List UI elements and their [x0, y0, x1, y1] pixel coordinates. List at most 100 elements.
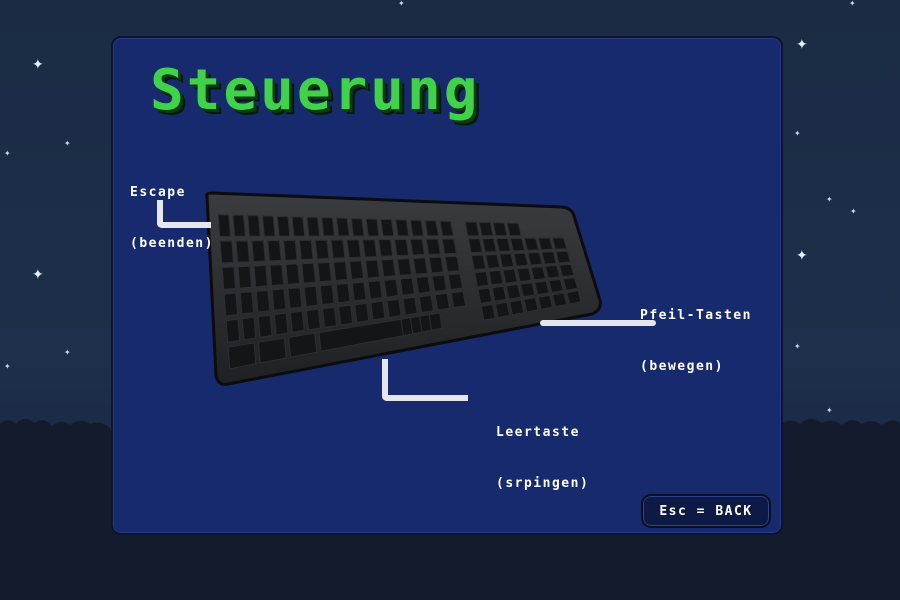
keyboard-key	[319, 284, 335, 306]
keyboard-key	[558, 263, 575, 278]
keyboard-key	[257, 314, 273, 338]
keyboard-key	[301, 262, 317, 284]
keyboard-key	[239, 291, 255, 315]
keyboard-key	[322, 306, 338, 328]
keyboard-key	[298, 239, 314, 261]
keyboard-key	[223, 292, 239, 317]
keyboard-key	[418, 294, 434, 314]
keyboard-key	[370, 300, 386, 321]
keyboard-key	[338, 304, 354, 326]
keyboard-key	[409, 219, 425, 237]
keyboard-key	[412, 257, 429, 275]
keyboard-key	[261, 215, 276, 237]
keyboard-key	[291, 216, 306, 237]
keyboard-key	[335, 217, 350, 237]
keyboard-key	[380, 218, 395, 237]
keyboard-key	[519, 282, 536, 298]
keyboard-key	[346, 239, 362, 259]
keyboard-key	[235, 240, 250, 263]
keyboard-key	[450, 290, 467, 309]
keyboard-key	[289, 310, 305, 333]
keyboard-key	[428, 312, 443, 331]
keyboard-key	[354, 302, 370, 323]
keyboard-key	[495, 237, 512, 252]
keyboard-key	[409, 238, 426, 256]
arrow-keys-label: Pfeil-Tasten (bewegen)	[640, 273, 752, 392]
escape-label: Escape (beenden)	[130, 150, 214, 269]
keyboard-key	[393, 238, 410, 257]
keyboard-key	[502, 268, 518, 284]
keyboard-key	[330, 239, 346, 259]
space-label: Leertaste (srpingen)	[496, 390, 589, 509]
keyboard-key	[232, 214, 246, 237]
keyboard-key	[431, 274, 448, 292]
keyboard-key	[282, 239, 298, 261]
keyboard-key	[541, 251, 557, 265]
keyboard-key	[321, 217, 335, 237]
keyboard-key	[441, 238, 457, 255]
keyboard-key	[481, 237, 497, 253]
keyboard-key	[480, 303, 496, 321]
keyboard-key	[425, 238, 441, 255]
keyboard-key	[471, 254, 487, 271]
back-button[interactable]: Esc = BACK	[641, 494, 771, 528]
keyboard-key	[478, 221, 494, 237]
keyboard-key	[523, 237, 540, 251]
arrow-keys-name: Pfeil-Tasten	[640, 308, 752, 323]
keyboard-key	[255, 289, 271, 313]
keyboard-key	[477, 287, 493, 304]
keyboard-key	[548, 278, 564, 293]
keyboard-key	[415, 276, 431, 294]
keyboard-key	[276, 215, 291, 237]
keyboard-key	[350, 217, 365, 237]
keyboard-key	[237, 265, 253, 289]
keyboard-key	[424, 220, 439, 237]
keyboard-key	[227, 342, 257, 370]
space-action: (srpingen)	[496, 476, 590, 491]
keyboard-key	[349, 260, 365, 280]
keyboard-key	[566, 290, 582, 305]
keyboard-key	[523, 297, 539, 313]
arrow-keys-action: (bewegen)	[640, 359, 724, 374]
arrow-connector	[540, 320, 656, 326]
space-connector	[382, 359, 468, 401]
keyboard-key	[562, 277, 579, 291]
keyboard-key	[439, 220, 454, 237]
keyboard-key	[537, 237, 554, 251]
keyboard-key	[506, 222, 522, 237]
keyboard-key	[351, 281, 367, 302]
keyboard-key	[505, 284, 522, 300]
keyboard-key	[305, 308, 321, 331]
keyboard-key	[485, 253, 501, 269]
keyboard-key	[444, 255, 461, 273]
keyboard-key	[217, 214, 231, 237]
space-key-name: Leertaste	[496, 425, 580, 440]
keyboard-key	[513, 252, 529, 267]
keyboard-key	[364, 259, 381, 279]
keyboard-key	[534, 280, 550, 296]
keyboard-key	[219, 240, 235, 264]
keyboard-key	[555, 250, 571, 264]
keyboard-key	[467, 238, 483, 254]
keyboard-key	[285, 263, 301, 285]
keyboard-key	[367, 280, 383, 300]
keyboard-key	[269, 264, 285, 287]
keyboard-key	[333, 261, 349, 282]
keyboard-key	[271, 288, 287, 311]
keyboard-key	[386, 298, 402, 319]
keyboard-key	[488, 269, 504, 286]
keyboard-key	[491, 285, 507, 302]
keyboard-key	[335, 282, 351, 304]
keyboard-key	[247, 214, 261, 237]
keyboard-key	[287, 287, 303, 309]
keyboard-key	[253, 264, 269, 288]
keyboard-key	[303, 285, 319, 307]
keyboard-key	[306, 216, 321, 237]
keyboard-key	[447, 273, 464, 291]
keyboard-key	[221, 266, 237, 290]
keyboard-key	[273, 312, 289, 336]
keyboard-key	[378, 238, 394, 257]
keyboard-key	[516, 267, 532, 283]
keyboard-key	[362, 239, 378, 258]
keyboard-key	[494, 301, 511, 319]
